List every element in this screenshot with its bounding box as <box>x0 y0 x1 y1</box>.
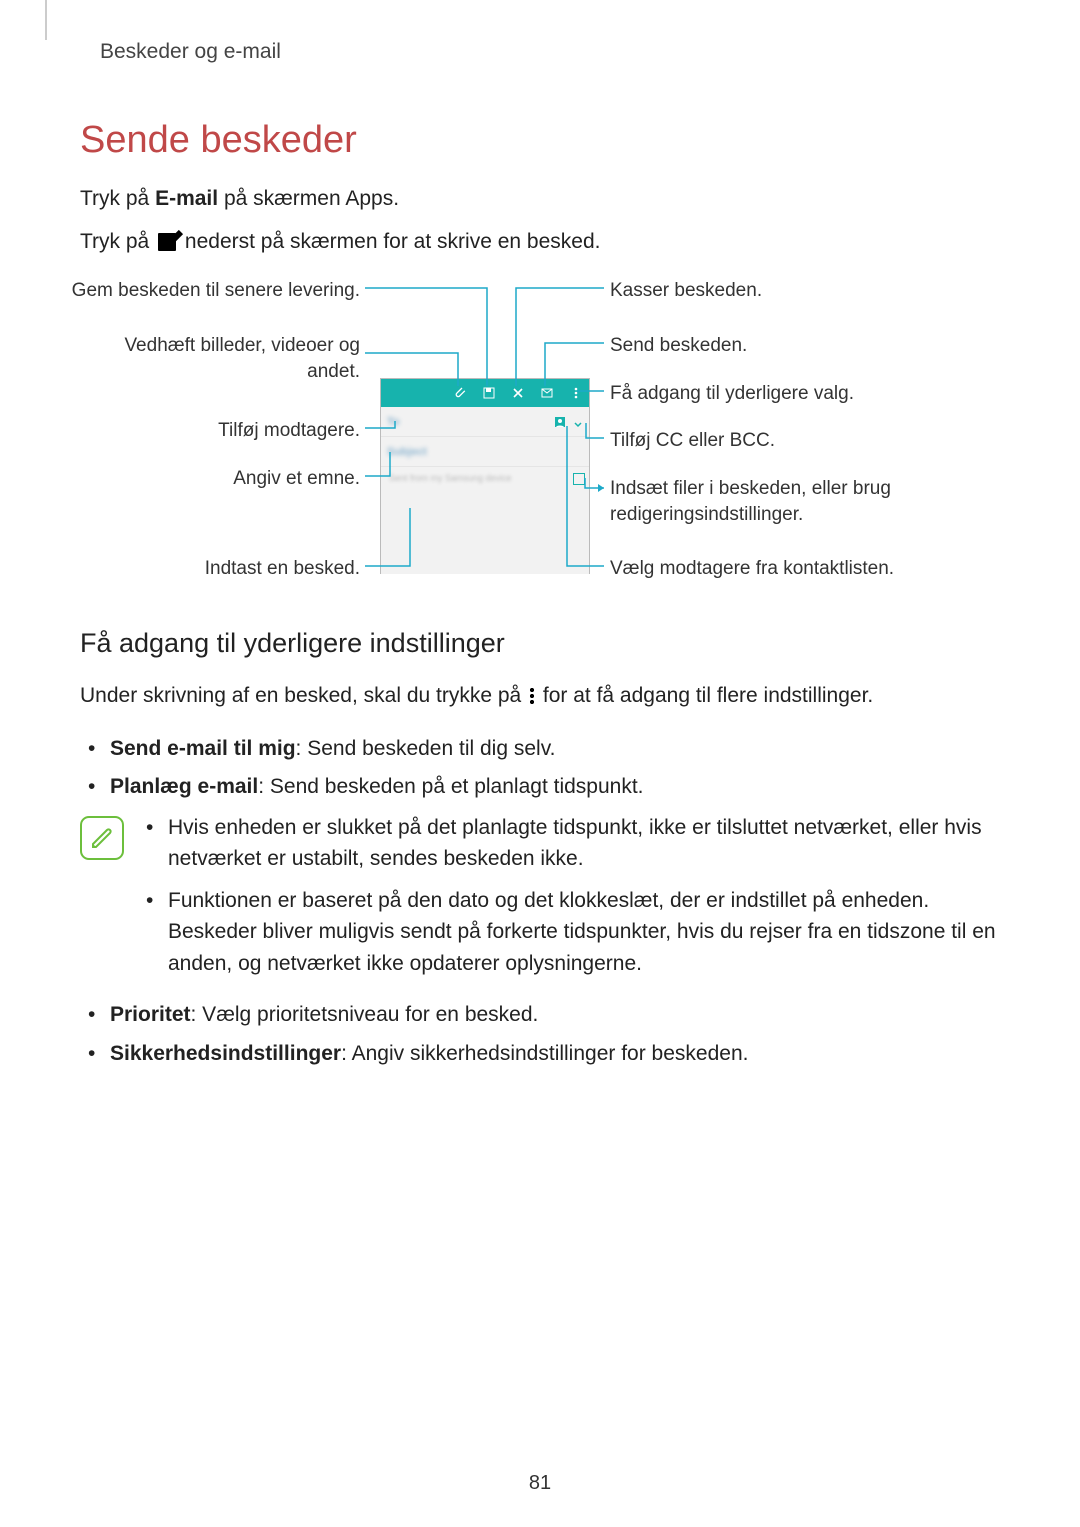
note-list: Hvis enheden er slukket på det planlagte… <box>146 812 1000 990</box>
subsection-lead: Under skrivning af en besked, skal du tr… <box>80 680 1000 712</box>
breadcrumb: Beskeder og e-mail <box>100 40 1000 64</box>
compose-diagram: Gem beskeden til senere levering. Vedhæf… <box>80 278 1000 588</box>
body-area: Sent from my Samsung device <box>381 467 589 557</box>
subject-row: Subject <box>381 437 589 467</box>
to-label: To <box>387 416 400 428</box>
option-label: Sikkerhedsindstillinger <box>110 1042 341 1065</box>
text: Tryk på <box>80 230 155 253</box>
options-list: Send e-mail til mig: Send beskeden til d… <box>80 733 1000 804</box>
option-desc: : Vælg prioritetsniveau for en besked. <box>191 1003 539 1026</box>
text: for at få adgang til flere indstillinger… <box>537 684 873 707</box>
label-subject: Angiv et emne. <box>233 466 360 492</box>
option-label: Planlæg e-mail <box>110 775 258 798</box>
compose-toolbar <box>381 379 589 407</box>
subsection-heading: Få adgang til yderligere indstillinger <box>80 628 1000 659</box>
page-number: 81 <box>0 1472 1080 1495</box>
compose-icon <box>158 233 176 251</box>
intro-line-1: Tryk på E-mail på skærmen Apps. <box>80 183 1000 215</box>
option-desc: : Send beskeden til dig selv. <box>296 737 556 760</box>
option-send-self: Send e-mail til mig: Send beskeden til d… <box>106 733 1000 766</box>
option-priority: Prioritet: Vælg prioritetsniveau for en … <box>106 999 1000 1032</box>
chevron-down-icon <box>573 417 583 427</box>
contacts-icon <box>553 415 567 429</box>
close-icon <box>511 386 525 400</box>
note-block: Hvis enheden er slukket på det planlagte… <box>80 812 1000 990</box>
app-name: E-mail <box>155 187 218 210</box>
note-item-1: Hvis enheden er slukket på det planlagte… <box>146 812 1000 875</box>
option-desc: : Send beskeden på et planlagt tidspunkt… <box>258 775 643 798</box>
label-insert: Indsæt filer i beskeden, eller brug redi… <box>610 476 940 527</box>
option-desc: : Angiv sikkerhedsindstillinger for besk… <box>341 1042 748 1065</box>
text: Tryk på <box>80 187 155 210</box>
option-label: Prioritet <box>110 1003 191 1026</box>
label-send: Send beskeden. <box>610 333 747 359</box>
label-recipients: Tilføj modtagere. <box>218 418 360 444</box>
to-row: To <box>381 407 589 437</box>
save-icon <box>482 386 496 400</box>
text: Under skrivning af en besked, skal du tr… <box>80 684 527 707</box>
label-ccbcc: Tilføj CC eller BCC. <box>610 428 775 454</box>
label-more: Få adgang til yderligere valg. <box>610 381 854 407</box>
text: på skærmen Apps. <box>218 187 399 210</box>
insert-icon <box>573 473 585 485</box>
option-label: Send e-mail til mig <box>110 737 296 760</box>
option-schedule: Planlæg e-mail: Send beskeden på et plan… <box>106 771 1000 804</box>
label-attach: Vedhæft billeder, videoer og andet. <box>100 333 360 384</box>
label-contacts: Vælg modtagere fra kontaktlisten. <box>610 556 894 582</box>
page-title: Sende beskeder <box>80 119 1000 162</box>
phone-mockup: To Subject Sent from my Samsung device <box>380 378 590 574</box>
body-hint: Sent from my Samsung device <box>389 473 512 483</box>
label-save: Gem beskeden til senere levering. <box>72 278 360 304</box>
label-body: Indtast en besked. <box>205 556 360 582</box>
label-discard: Kasser beskeden. <box>610 278 762 304</box>
intro-line-2: Tryk på nederst på skærmen for at skrive… <box>80 226 1000 258</box>
more-vert-icon <box>529 687 535 705</box>
attach-icon <box>453 386 467 400</box>
send-icon <box>540 386 554 400</box>
note-icon <box>80 816 124 860</box>
options-list-2: Prioritet: Vælg prioritetsniveau for en … <box>80 999 1000 1070</box>
note-item-2: Funktionen er baseret på den dato og det… <box>146 885 1000 980</box>
subject-label: Subject <box>387 446 427 458</box>
text: nederst på skærmen for at skrive en besk… <box>185 230 601 253</box>
more-icon <box>569 386 583 400</box>
option-security: Sikkerhedsindstillinger: Angiv sikkerhed… <box>106 1038 1000 1071</box>
